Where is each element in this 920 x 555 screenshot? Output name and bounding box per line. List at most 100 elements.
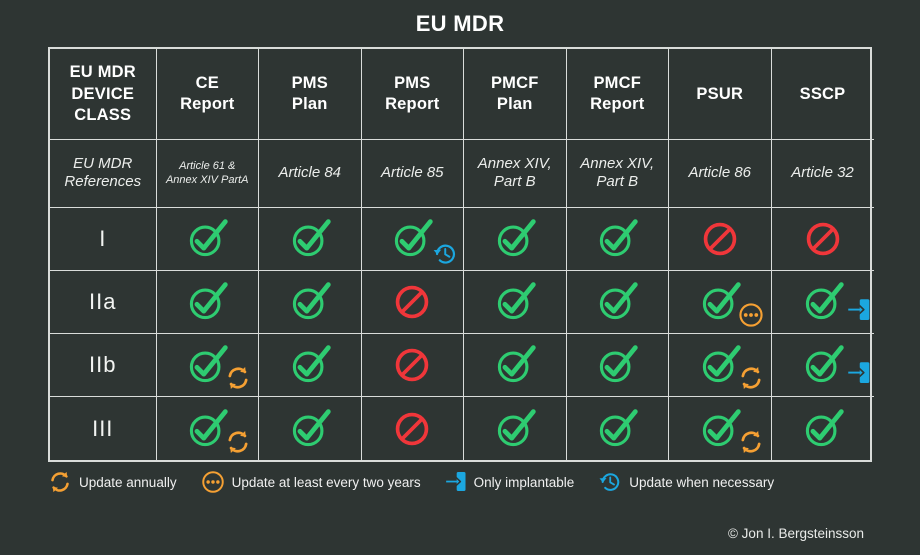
cell-content <box>362 271 464 333</box>
references-label: EU MDR References <box>50 139 157 208</box>
cell-content <box>772 334 874 396</box>
cell-content <box>259 208 361 270</box>
status-icon-group <box>699 218 741 260</box>
cell-content <box>464 208 566 270</box>
status-icon-group <box>595 280 639 324</box>
status-cell <box>770 332 874 398</box>
status-cell <box>463 332 567 398</box>
check-icon <box>185 282 229 328</box>
implant-icon <box>847 360 871 385</box>
reference-cell: Article 86 <box>668 139 772 208</box>
status-cell <box>463 206 567 271</box>
status-cell <box>463 269 567 335</box>
cell-content <box>567 208 669 270</box>
status-icon-group <box>801 280 869 324</box>
status-icon-group <box>288 343 332 387</box>
cell-content <box>157 397 259 460</box>
status-cell <box>565 269 669 335</box>
device-class-label: I <box>50 206 157 271</box>
page-title: EU MDR <box>415 11 505 36</box>
check-icon <box>698 282 742 328</box>
legend-label: Update annually <box>79 474 177 490</box>
status-cell <box>565 206 669 271</box>
cell-content <box>669 397 771 460</box>
prohibited-icon <box>699 222 741 264</box>
cell-content <box>362 397 464 460</box>
legend-item: Update annually <box>48 470 177 494</box>
cell-content <box>157 208 259 270</box>
status-cell <box>770 396 874 460</box>
eu-mdr-matrix-table: EU MDR DEVICE CLASS CE Report PMS Plan PMS Repor… <box>48 47 874 462</box>
check-icon <box>801 345 845 391</box>
cell-content <box>669 271 771 333</box>
status-cell <box>565 396 669 460</box>
device-class-label: IIb <box>50 332 157 398</box>
credit-text: © Jon I. Bergsteinsson <box>727 526 864 541</box>
status-icon-group <box>185 217 229 261</box>
status-icon-group <box>185 280 229 324</box>
status-cell <box>770 269 874 335</box>
cell-content <box>669 208 771 270</box>
check-icon <box>288 282 332 328</box>
status-icon-group <box>698 280 763 327</box>
column-header-pms-report: PMS Report <box>360 49 464 141</box>
sync-icon <box>738 429 764 455</box>
cell-content <box>669 334 771 396</box>
cell-content <box>157 271 259 333</box>
status-icon-group <box>595 343 639 387</box>
legend-item: Update when necessary <box>598 470 774 494</box>
check-icon <box>595 218 639 265</box>
check-icon <box>595 408 639 455</box>
status-cell <box>360 206 464 271</box>
status-cell <box>668 269 772 335</box>
column-header-pms-plan: PMS Plan <box>258 49 362 141</box>
status-icon-group <box>698 407 761 453</box>
check-icon <box>698 408 742 455</box>
cell-content <box>772 397 874 460</box>
cell-content <box>567 271 669 333</box>
reference-cell: Annex XIV, Part B <box>565 139 669 208</box>
status-cell <box>155 269 259 335</box>
reference-cell: Article 61 & Annex XIV PartA <box>155 139 259 208</box>
check-icon <box>185 345 229 391</box>
device-class-label: IIa <box>50 269 157 335</box>
check-icon <box>185 218 229 265</box>
status-cell <box>258 332 362 398</box>
status-icon-group <box>698 343 761 390</box>
dots-icon <box>201 470 225 494</box>
status-icon-group <box>801 343 869 387</box>
legend-item: Only implantable <box>445 470 574 493</box>
status-cell <box>565 332 669 398</box>
table-header-row: EU MDR DEVICE CLASS CE Report PMS Plan PMS Repor… <box>50 49 874 141</box>
check-icon <box>595 282 639 328</box>
status-icon-group <box>801 407 845 451</box>
cell-content <box>567 397 669 460</box>
status-icon-group <box>595 217 639 261</box>
status-icon-group <box>493 280 537 324</box>
status-cell <box>668 396 772 460</box>
status-cell <box>770 206 874 271</box>
status-icon-group <box>493 217 537 261</box>
status-icon-group <box>493 407 537 451</box>
status-cell <box>360 269 464 335</box>
status-icon-group <box>493 343 537 387</box>
status-icon-group <box>802 218 844 260</box>
prohibited-icon <box>802 222 844 264</box>
legend-label: Update at least every two years <box>231 474 421 490</box>
status-icon-group <box>288 217 332 261</box>
status-icon-group <box>288 407 332 451</box>
check-icon <box>288 218 332 265</box>
cell-content <box>362 334 464 396</box>
check-icon <box>595 345 639 391</box>
status-icon-group <box>288 280 332 324</box>
table-row: IIa <box>50 269 874 335</box>
status-cell <box>360 332 464 398</box>
table-row: IIb <box>50 332 874 398</box>
prohibited-icon <box>391 412 433 454</box>
column-header-sscp: SSCP <box>770 49 874 141</box>
status-icon-group <box>390 217 456 264</box>
status-cell <box>258 206 362 271</box>
check-icon <box>493 408 537 455</box>
device-class-label: III <box>50 396 157 460</box>
check-icon <box>288 345 332 391</box>
